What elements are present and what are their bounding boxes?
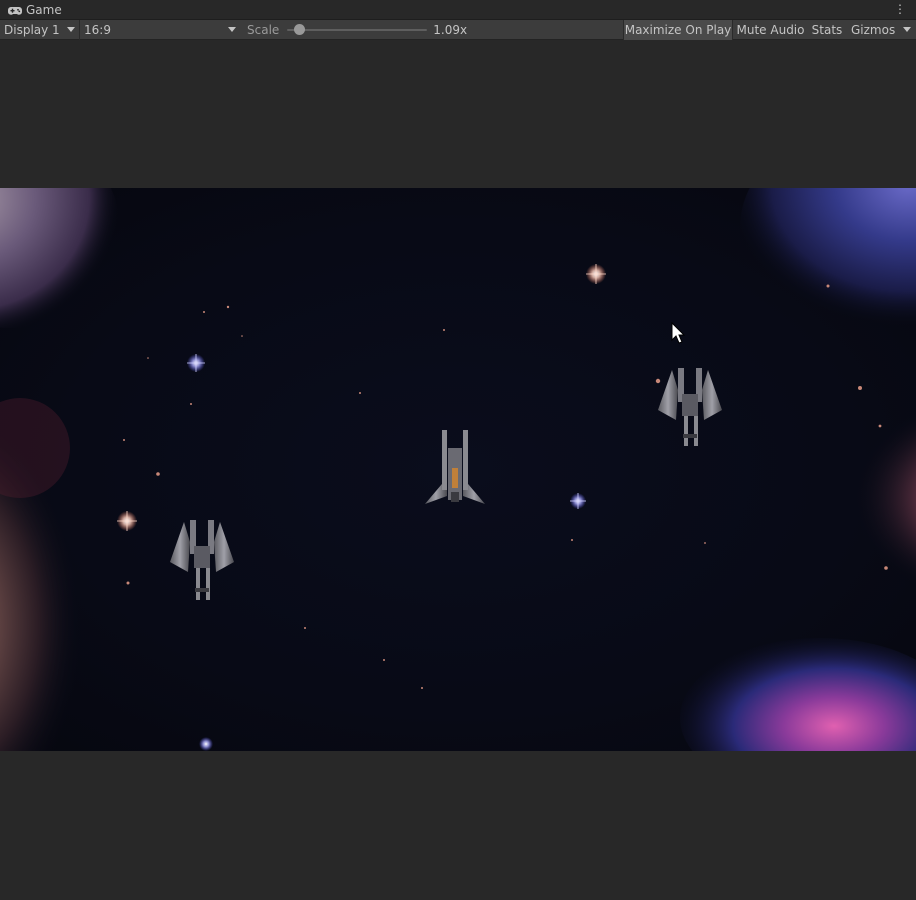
window-titlebar: Game ⋮ bbox=[0, 0, 916, 20]
flare-star bbox=[187, 354, 205, 372]
background-stars bbox=[123, 284, 888, 689]
chevron-down-icon bbox=[903, 27, 911, 32]
scale-slider-track bbox=[287, 28, 428, 31]
aspect-ratio-label: 16:9 bbox=[84, 22, 111, 37]
enemy-ship bbox=[170, 520, 234, 600]
player-ship bbox=[425, 430, 485, 504]
maximize-on-play-button[interactable]: Maximize On Play bbox=[623, 20, 733, 40]
nebula-bottom-right bbox=[680, 638, 916, 751]
planet-top-left bbox=[0, 188, 120, 328]
galaxy-left bbox=[0, 398, 130, 751]
galaxy-right bbox=[800, 408, 916, 588]
scale-slider[interactable] bbox=[287, 20, 428, 40]
flare-star bbox=[117, 511, 137, 531]
gizmos-button[interactable]: Gizmos bbox=[848, 20, 916, 40]
nebula-top-right bbox=[740, 188, 916, 338]
flare-star bbox=[586, 264, 606, 284]
flare-star bbox=[570, 493, 586, 509]
mouse-cursor bbox=[671, 321, 686, 344]
gamepad-icon bbox=[8, 5, 22, 15]
scale-label: Scale bbox=[247, 22, 280, 37]
scale-value: 1.09x bbox=[433, 22, 468, 37]
window-title: Game bbox=[26, 2, 62, 17]
aspect-ratio-dropdown[interactable]: 16:9 bbox=[80, 20, 240, 40]
scale-slider-thumb[interactable] bbox=[293, 23, 305, 35]
display-dropdown[interactable]: Display 1 bbox=[0, 19, 80, 40]
flare-star bbox=[199, 737, 213, 751]
game-viewport[interactable] bbox=[0, 188, 916, 751]
enemy-ship bbox=[658, 368, 722, 446]
display-dropdown-label: Display 1 bbox=[4, 22, 60, 37]
mute-audio-button[interactable]: Mute Audio bbox=[735, 20, 806, 40]
game-scene bbox=[0, 188, 916, 751]
chevron-down-icon bbox=[228, 26, 236, 32]
chevron-down-icon bbox=[67, 26, 75, 32]
more-vertical-icon[interactable]: ⋮ bbox=[894, 2, 906, 16]
gizmos-label: Gizmos bbox=[851, 23, 896, 37]
stats-button[interactable]: Stats bbox=[808, 20, 846, 40]
